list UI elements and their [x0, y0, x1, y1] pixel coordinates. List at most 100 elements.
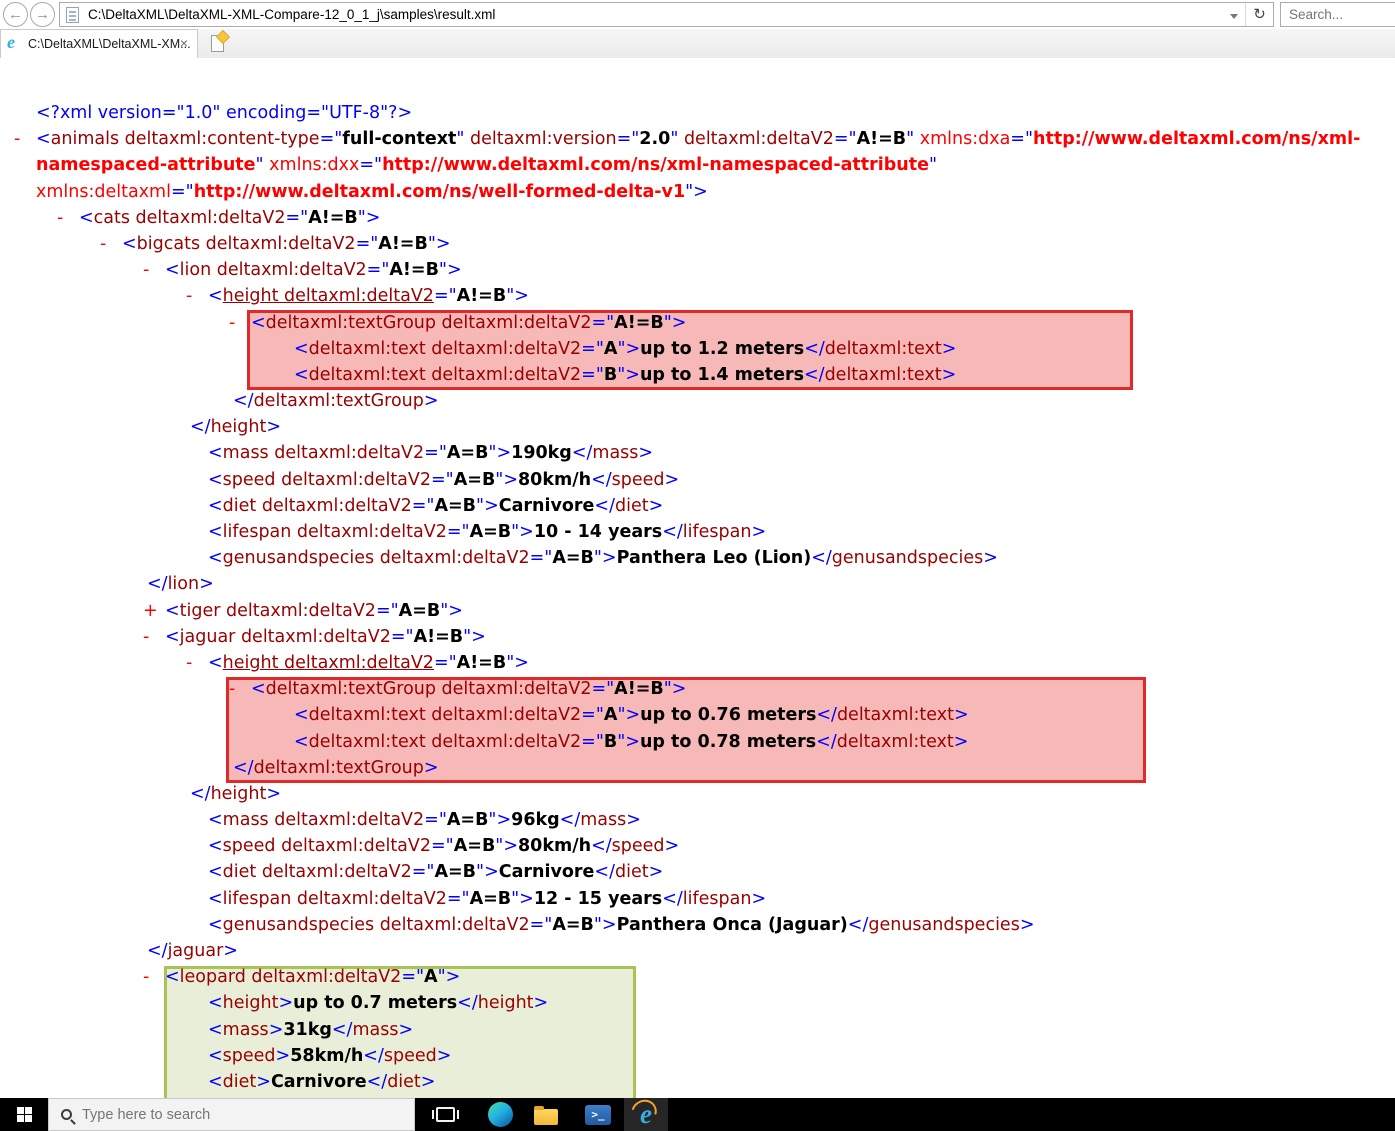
xml-line: <mass>31kg</mass> — [0, 1017, 1395, 1043]
xml-token: > — [1020, 915, 1035, 935]
start-button[interactable] — [0, 1098, 48, 1131]
xml-line: </height> — [0, 781, 1395, 807]
collapse-toggle[interactable]: + — [143, 598, 163, 624]
taskbar-search-box[interactable] — [48, 1098, 415, 1131]
xml-token: A!=B — [414, 627, 464, 647]
xml-token: =" — [434, 653, 457, 673]
url-text[interactable]: C:\DeltaXML\DeltaXML-XML-Compare-12_0_1_… — [88, 7, 495, 22]
xml-token: </ — [804, 339, 825, 359]
xml-token: "> — [428, 234, 451, 254]
xml-token: < — [208, 286, 223, 306]
collapse-toggle[interactable]: - — [229, 676, 249, 702]
xml-token: > — [751, 522, 766, 542]
xml-token: =" — [285, 208, 308, 228]
xml-line: </deltaxml:textGroup> — [0, 755, 1395, 781]
xml-token: " — [256, 155, 270, 175]
xml-token: Carnivore — [499, 862, 595, 882]
xml-token: </ — [572, 443, 593, 463]
xml-token: =" — [376, 601, 399, 621]
xml-token: < — [208, 522, 223, 542]
address-bar[interactable]: C:\DeltaXML\DeltaXML-XML-Compare-12_0_1_… — [59, 2, 1274, 27]
browser-search-input[interactable] — [1289, 4, 1389, 25]
xml-token: =" — [581, 732, 604, 752]
xml-token: height deltaxml:deltaV2 — [223, 286, 434, 306]
collapse-toggle[interactable]: - — [186, 650, 206, 676]
address-dropdown-icon[interactable] — [1223, 6, 1245, 24]
xml-token: =" — [171, 182, 194, 202]
task-view-icon — [436, 1107, 455, 1122]
windows-logo-icon — [17, 1107, 32, 1122]
xml-token: </ — [190, 784, 211, 804]
xml-token: =" — [447, 889, 470, 909]
xml-token: < — [208, 1072, 223, 1092]
xml-token: speed deltaxml:deltaV2 — [223, 470, 431, 490]
xml-token: A!=B — [457, 653, 507, 673]
xml-line: <deltaxml:text deltaxml:deltaV2="A">up t… — [0, 702, 1395, 728]
xml-token: up to 0.7 meters — [293, 993, 457, 1013]
xml-token: </ — [332, 1020, 353, 1040]
xml-token: > — [626, 810, 641, 830]
xml-token: < — [208, 836, 223, 856]
xml-token: xmlns:dxa — [920, 129, 1011, 149]
tab-close-button[interactable]: × — [176, 35, 192, 51]
xml-token: </ — [662, 522, 683, 542]
xml-token: deltaxml:text deltaxml:deltaV2 — [309, 365, 582, 385]
collapse-toggle[interactable]: - — [229, 310, 249, 336]
xml-token: A!=B — [457, 286, 507, 306]
xml-token: bigcats deltaxml:deltaV2 — [137, 234, 356, 254]
browser-search-box[interactable] — [1280, 2, 1395, 27]
xml-token: 190kg — [511, 443, 572, 463]
xml-token: deltaxml:text — [825, 365, 942, 385]
xml-token: 96kg — [511, 810, 560, 830]
collapse-toggle[interactable]: - — [143, 624, 163, 650]
xml-token: "> — [617, 365, 640, 385]
tab-result-xml[interactable]: e C:\DeltaXML\DeltaXML-XM... × — [0, 29, 198, 58]
collapse-toggle[interactable]: - — [100, 231, 120, 257]
xml-token: jaguar deltaxml:deltaV2 — [180, 627, 391, 647]
forward-button[interactable]: → — [30, 2, 55, 27]
xml-token: </ — [816, 732, 837, 752]
xml-token: A!=B — [308, 208, 358, 228]
collapse-toggle[interactable]: - — [186, 283, 206, 309]
xml-token: "> — [506, 286, 529, 306]
xml-line: <lifespan deltaxml:deltaV2="A=B">12 - 15… — [0, 886, 1395, 912]
xml-line: -<deltaxml:textGroup deltaxml:deltaV2="A… — [0, 310, 1395, 336]
xml-token: "> — [506, 653, 529, 673]
xml-line: -<deltaxml:textGroup deltaxml:deltaV2="A… — [0, 676, 1395, 702]
collapse-toggle[interactable]: - — [57, 205, 77, 231]
xml-token: jaguar — [168, 941, 224, 961]
xml-token: =" — [359, 155, 382, 175]
collapse-toggle[interactable]: - — [14, 126, 34, 152]
collapse-toggle[interactable]: - — [143, 964, 163, 990]
xml-token: > — [942, 339, 957, 359]
xml-token: A — [424, 967, 438, 987]
new-tab-button[interactable] — [208, 33, 232, 55]
powershell-icon: >_ — [585, 1105, 611, 1125]
xml-token: > — [649, 496, 664, 516]
xml-token: mass — [580, 810, 626, 830]
edge-button[interactable] — [478, 1098, 522, 1131]
windows-taskbar: >_ e — [0, 1098, 1395, 1131]
xml-token: =" — [412, 496, 435, 516]
xml-token: > — [199, 574, 214, 594]
back-button[interactable]: ← — [3, 2, 28, 27]
xml-token: > — [276, 1046, 291, 1066]
xml-token: > — [954, 732, 969, 752]
collapse-toggle[interactable]: - — [143, 257, 163, 283]
tab-title: C:\DeltaXML\DeltaXML-XM... — [28, 37, 191, 51]
refresh-button[interactable]: ↻ — [1245, 3, 1273, 26]
xml-token: "> — [440, 601, 463, 621]
xml-token: </ — [594, 862, 615, 882]
xml-token: A=B — [552, 548, 594, 568]
powershell-button[interactable]: >_ — [576, 1098, 620, 1131]
internet-explorer-button[interactable]: e — [624, 1098, 668, 1131]
xml-token: > — [256, 1072, 271, 1092]
xml-token: 2.0 — [639, 129, 670, 149]
xml-token: =" — [391, 627, 414, 647]
xml-token: Carnivore — [499, 496, 595, 516]
taskbar-search-input[interactable] — [82, 1107, 342, 1123]
xml-token: < — [208, 993, 223, 1013]
task-view-button[interactable] — [423, 1098, 467, 1131]
file-explorer-button[interactable] — [524, 1098, 568, 1131]
xml-token: A=B — [447, 810, 489, 830]
